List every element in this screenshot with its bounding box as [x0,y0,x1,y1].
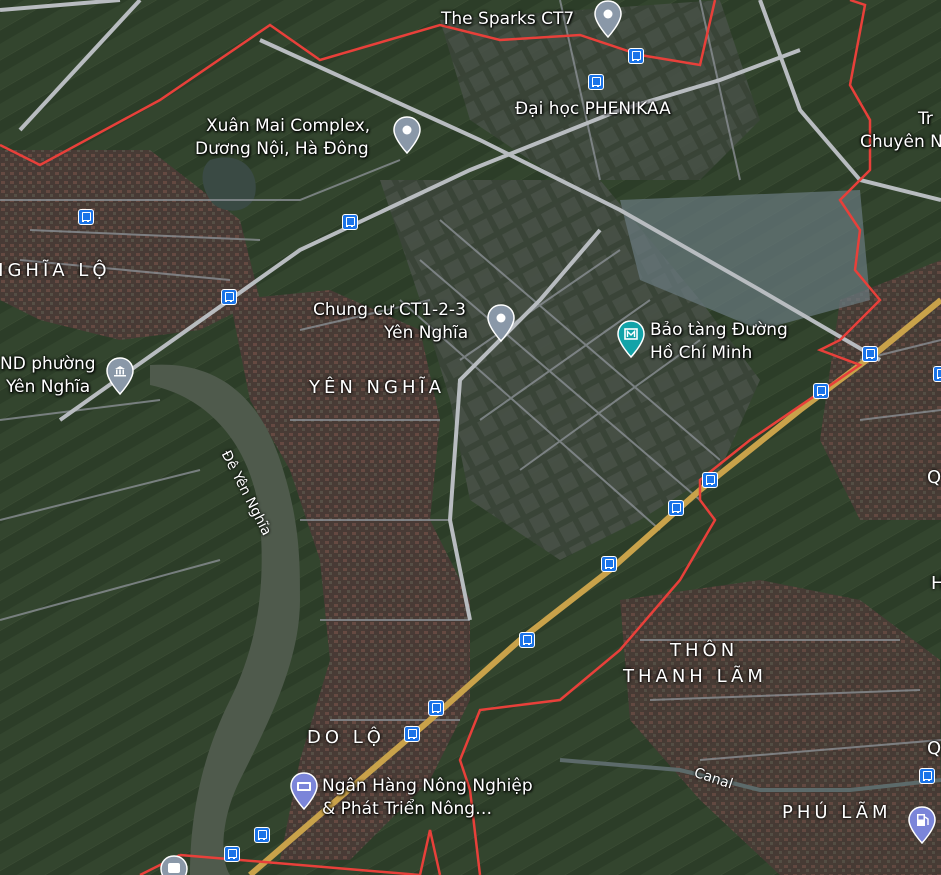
place-label-xuan-mai-line2[interactable]: Dương Nội, Hà Đông [195,139,369,160]
area-label-yen-nghia: YÊN NGHĨA [309,377,446,398]
bus-stop-icon[interactable] [813,383,829,399]
area-label-thanh-lam: THANH LÃM [623,666,767,687]
transit-station-icon[interactable] [160,855,188,875]
place-label-ubnd-line2[interactable]: Yên Nghĩa [6,377,90,398]
bus-stop-icon[interactable] [628,48,644,64]
place-label-bank-line1[interactable]: Ngân Hàng Nông Nghiệp [322,776,533,797]
place-pin-icon[interactable] [487,304,515,342]
area-label-nghia-lo: NGHĨA LỘ [0,260,111,281]
area-label-thon: THÔN [670,640,739,661]
bus-stop-icon[interactable] [862,346,878,362]
place-label-chung-cu-line1[interactable]: Chung cư CT1-2-3 [313,300,466,321]
place-pin-icon[interactable] [393,116,421,154]
place-pin-icon[interactable] [594,0,622,38]
place-label-the-sparks[interactable]: The Sparks CT7 [441,9,574,30]
place-label-xuan-mai-line1[interactable]: Xuân Mai Complex, [206,116,370,137]
place-label-phenikaa[interactable]: Đại học PHENIKAA [515,99,671,120]
area-label-do-lo: DO LỘ [307,727,385,748]
museum-pin-icon[interactable] [617,320,645,358]
area-label-phu-lam: PHÚ LÃM [782,802,892,823]
bus-stop-icon[interactable] [601,556,617,572]
place-label-chung-cu-line2[interactable]: Yên Nghĩa [384,323,468,344]
bus-stop-icon[interactable] [254,827,270,843]
area-label-q-east-2: Q [927,738,941,759]
place-label-tr[interactable]: Tr [918,109,933,130]
bus-stop-icon[interactable] [404,726,420,742]
map-base [0,0,941,875]
gas-station-pin-icon[interactable] [908,806,936,844]
bus-stop-icon[interactable] [78,209,94,225]
bus-stop-icon[interactable] [224,846,240,862]
government-pin-icon[interactable] [106,357,134,395]
bus-stop-icon[interactable] [933,366,941,382]
place-label-bao-tang-line1[interactable]: Bảo tàng Đường [650,320,788,341]
satellite-map[interactable]: The Sparks CT7 Đại học PHENIKAA Xuân Mai… [0,0,941,875]
bus-stop-icon[interactable] [919,768,935,784]
bus-stop-icon[interactable] [519,632,535,648]
bus-stop-icon[interactable] [702,472,718,488]
bus-stop-icon[interactable] [588,74,604,90]
place-label-bao-tang-line2[interactable]: Hồ Chí Minh [650,343,752,364]
bus-stop-icon[interactable] [428,700,444,716]
place-label-ubnd-line1[interactable]: ND phường [0,354,96,375]
bus-stop-icon[interactable] [668,500,684,516]
area-label-q-east-1: Q [927,467,941,488]
bank-pin-icon[interactable] [290,772,318,810]
place-label-chuyen[interactable]: Chuyên N [860,132,941,153]
bus-stop-icon[interactable] [342,214,358,230]
area-label-h-east: H [931,573,941,594]
place-label-bank-line2[interactable]: & Phát Triển Nông… [322,799,492,820]
bus-stop-icon[interactable] [221,289,237,305]
